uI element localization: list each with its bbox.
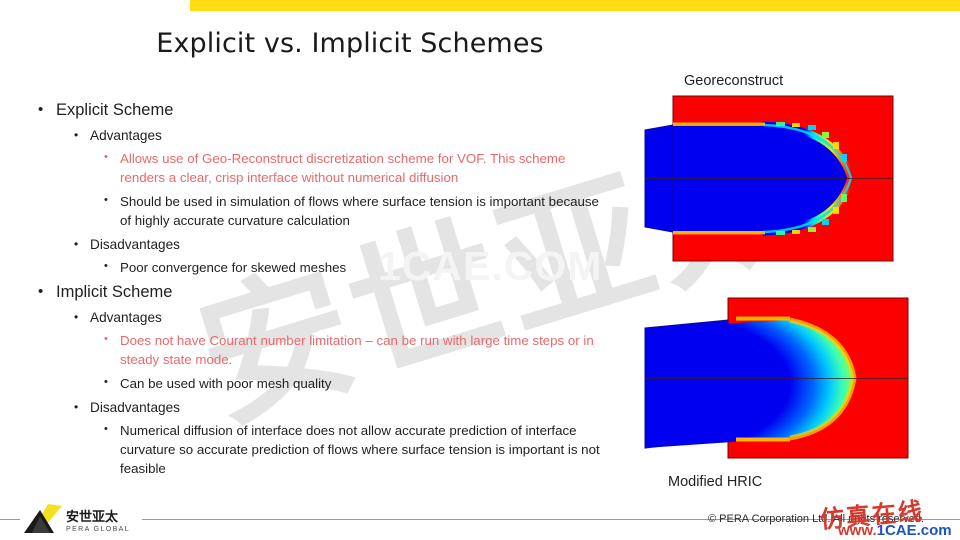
- svg-text:安世亚太: 安世亚太: [66, 509, 119, 525]
- watermark-url-suffix: 1CAE.com: [876, 522, 952, 539]
- bullet-text: Can be used with poor mesh quality: [120, 376, 332, 392]
- watermark-url-prefix: www.: [838, 522, 877, 539]
- bullet-text: Disadvantages: [90, 236, 180, 252]
- bullet-text: Implicit Scheme: [56, 283, 173, 301]
- bullet-text: Advantages: [90, 309, 162, 325]
- bullet-item-l1: • Implicit Scheme: [38, 282, 612, 304]
- bullet-item-l2: • Disadvantages: [74, 399, 612, 417]
- bullet-content: • Explicit Scheme • Advantages • Allows use o…: [32, 96, 612, 481]
- bullet-glyph-icon: •: [74, 127, 79, 142]
- bullet-glyph-icon: •: [38, 101, 44, 118]
- logo-mark-icon: 安世亚太 PERA GLOBAL: [24, 504, 130, 533]
- bullet-text: Numerical diffusion of interface does no…: [120, 423, 600, 476]
- pera-global-logo: 安世亚太 PERA GLOBAL: [20, 500, 142, 538]
- bullet-glyph-icon: •: [74, 399, 79, 414]
- bullet-item-l2: • Advantages: [74, 127, 612, 145]
- figure-georeconstruct: [640, 92, 900, 267]
- figure-caption-georeconstruct: Georeconstruct: [684, 73, 784, 89]
- bullet-item-l1: • Explicit Scheme: [38, 100, 612, 122]
- bullet-text: Disadvantages: [90, 399, 180, 415]
- bullet-glyph-icon: •: [74, 309, 79, 324]
- bullet-text: Explicit Scheme: [56, 101, 174, 119]
- bullet-glyph-icon: •: [74, 236, 79, 251]
- bullet-glyph-icon: •: [104, 260, 108, 273]
- bullet-item-l3: • Does not have Courant number limitation…: [104, 332, 612, 370]
- watermark-footer-url: www.1CAE.com: [838, 522, 952, 539]
- georeconstruct-contour-svg: [644, 95, 894, 262]
- bullet-item-l3: • Can be used with poor mesh quality: [104, 375, 612, 394]
- bullet-text: Advantages: [90, 127, 162, 143]
- bullet-item-l3: • Poor convergence for skewed meshes: [104, 259, 612, 278]
- bullet-item-l2: • Advantages: [74, 309, 612, 327]
- bullet-item-l2: • Disadvantages: [74, 236, 612, 254]
- bullet-text: Poor convergence for skewed meshes: [120, 260, 347, 276]
- bullet-glyph-icon: •: [104, 333, 108, 346]
- bullet-glyph-icon: •: [104, 376, 108, 389]
- page-title: Explicit vs. Implicit Schemes: [156, 28, 544, 59]
- bullet-text: Does not have Courant number limitation …: [120, 333, 594, 368]
- bullet-glyph-icon: •: [104, 423, 108, 436]
- bullet-text: Allows use of Geo-Reconstruct discretiza…: [120, 151, 566, 186]
- bullet-glyph-icon: •: [104, 194, 108, 207]
- slide-canvas: 安世亚太 1CAE.COM Explicit vs. Implicit Sche…: [0, 0, 960, 540]
- bullet-text: Should be used in simulation of flows wh…: [120, 194, 599, 228]
- bullet-item-l3: • Numerical diffusion of interface does n…: [104, 422, 612, 479]
- top-accent-bar: [190, 0, 960, 11]
- bullet-glyph-icon: •: [38, 283, 44, 300]
- bullet-glyph-icon: •: [104, 151, 108, 164]
- figure-caption-modified-hric: Modified HRIC: [668, 474, 763, 490]
- bullet-item-l3: • Allows use of Geo-Reconstruct discretiz…: [104, 150, 612, 188]
- figure-modified-hric: [640, 288, 912, 478]
- bullet-item-l3: • Should be used in simulation of flows w…: [104, 193, 612, 231]
- modified-hric-contour-svg: [644, 297, 909, 459]
- svg-text:PERA GLOBAL: PERA GLOBAL: [66, 526, 130, 533]
